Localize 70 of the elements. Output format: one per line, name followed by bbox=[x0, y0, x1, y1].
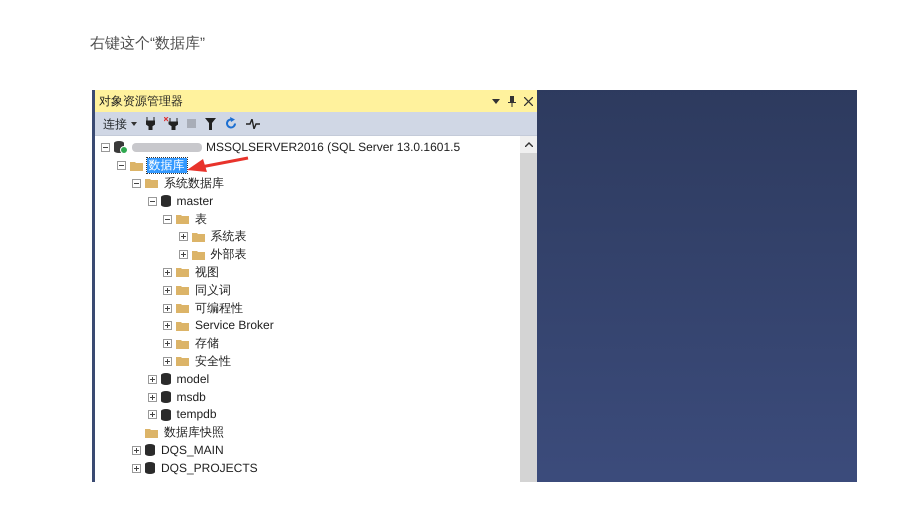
database-icon bbox=[160, 195, 170, 208]
expand-icon[interactable] bbox=[148, 374, 156, 384]
expand-icon[interactable] bbox=[148, 410, 156, 420]
tree-item[interactable]: 可编程性 bbox=[193, 300, 245, 316]
database-icon bbox=[160, 391, 170, 404]
tree-item[interactable]: DQS_MAIN bbox=[159, 442, 226, 458]
caret-icon bbox=[131, 122, 137, 126]
tree-item[interactable]: 视图 bbox=[193, 264, 221, 280]
activity-icon[interactable] bbox=[246, 118, 260, 128]
tree-item[interactable]: 表 bbox=[193, 212, 209, 227]
tree-item[interactable]: 同义词 bbox=[193, 282, 233, 298]
tree-item[interactable]: msdb bbox=[174, 390, 208, 405]
folder-icon bbox=[176, 303, 189, 314]
folder-icon bbox=[145, 178, 158, 188]
tree-item[interactable]: 数据库快照 bbox=[162, 425, 226, 440]
expand-icon[interactable] bbox=[163, 339, 172, 348]
expand-icon[interactable] bbox=[178, 232, 188, 242]
folder-icon bbox=[176, 267, 189, 278]
database-icon bbox=[145, 444, 155, 456]
tree-item[interactable]: 外部表 bbox=[208, 247, 248, 262]
plug-icon[interactable] bbox=[146, 117, 155, 130]
database-icon bbox=[145, 462, 155, 474]
expand-icon[interactable] bbox=[163, 321, 172, 330]
collapse-icon[interactable] bbox=[148, 196, 156, 206]
tree-item[interactable]: model bbox=[174, 372, 212, 387]
scrollbar[interactable] bbox=[520, 136, 537, 482]
tree-item[interactable]: DQS_PROJECTS bbox=[159, 460, 260, 476]
tree-item[interactable]: 系统数据库 bbox=[162, 176, 226, 191]
collapse-icon[interactable] bbox=[163, 214, 172, 224]
tree-item[interactable]: Service Broker bbox=[193, 318, 276, 334]
redacted-text bbox=[132, 143, 202, 152]
folder-icon bbox=[145, 428, 158, 438]
tree-item[interactable]: MSSQLSERVER2016 (SQL Server 13.0.1601.5 bbox=[204, 140, 462, 156]
tree-item[interactable]: master bbox=[174, 194, 216, 209]
tree-item[interactable]: 存储 bbox=[193, 336, 221, 352]
folder-icon bbox=[176, 338, 189, 349]
expand-icon[interactable] bbox=[132, 464, 141, 473]
connect-button[interactable]: 连接 bbox=[103, 114, 137, 132]
filter-icon[interactable] bbox=[205, 118, 216, 130]
tree-item[interactable]: 安全性 bbox=[193, 354, 233, 369]
server-icon bbox=[114, 141, 128, 154]
collapse-icon[interactable] bbox=[116, 161, 126, 170]
folder-icon bbox=[176, 285, 189, 296]
database-icon bbox=[160, 408, 170, 421]
scroll-up-icon[interactable] bbox=[524, 142, 532, 147]
folder-icon bbox=[192, 232, 204, 242]
folder-icon bbox=[192, 250, 204, 260]
dropdown-icon[interactable] bbox=[492, 98, 500, 104]
instruction-text: 右键这个“数据库” bbox=[90, 34, 206, 54]
folder-icon bbox=[176, 356, 189, 366]
expand-icon[interactable] bbox=[163, 356, 172, 366]
tree-item[interactable]: 系统表 bbox=[208, 229, 248, 244]
close-icon[interactable] bbox=[524, 96, 533, 106]
expand-icon[interactable] bbox=[148, 392, 156, 402]
expand-icon[interactable] bbox=[132, 446, 141, 455]
collapse-icon[interactable] bbox=[101, 143, 110, 152]
database-icon bbox=[160, 373, 170, 386]
folder-icon bbox=[176, 320, 189, 331]
tree-item[interactable]: tempdb bbox=[174, 407, 219, 422]
expand-icon[interactable] bbox=[163, 304, 172, 313]
folder-icon bbox=[130, 160, 142, 171]
panel-title: 对象资源管理器 bbox=[99, 93, 183, 110]
expand-icon[interactable] bbox=[163, 268, 172, 277]
refresh-icon[interactable] bbox=[225, 117, 237, 130]
expand-icon[interactable] bbox=[178, 250, 188, 260]
expand-icon[interactable] bbox=[163, 286, 172, 295]
folder-icon bbox=[176, 214, 189, 224]
collapse-icon[interactable] bbox=[132, 178, 141, 188]
pin-icon[interactable] bbox=[508, 96, 516, 106]
disconnect-plug-icon[interactable] bbox=[164, 117, 178, 130]
